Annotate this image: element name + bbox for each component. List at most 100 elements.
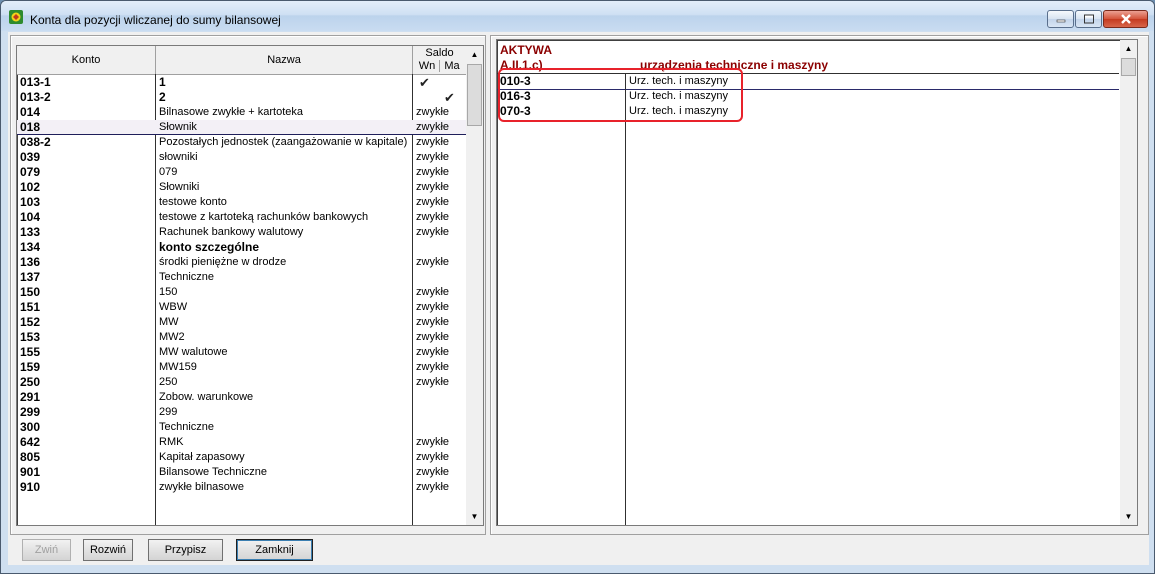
account-number: 102 — [20, 180, 41, 194]
table-row[interactable]: 150 150 zwykłe — [17, 285, 466, 300]
table-row[interactable]: 014 Bilnasowe zwykłe + kartoteka zwykłe — [17, 105, 466, 120]
account-balance-type: zwykłe — [416, 211, 450, 223]
account-number: 133 — [20, 225, 41, 239]
table-row[interactable]: 250 250 zwykłe — [17, 375, 466, 390]
table-row[interactable]: 901 Bilansowe Techniczne zwykłe — [17, 465, 466, 480]
account-name: Bilnasowe zwykłe + kartoteka — [159, 106, 303, 118]
collapse-button[interactable]: Zwiń — [22, 539, 71, 561]
account-name: RMK — [159, 436, 184, 448]
account-name: 1 — [159, 75, 166, 89]
assign-button[interactable]: Przypisz — [148, 539, 223, 561]
account-balance-type: zwykłe — [416, 481, 450, 493]
expand-button[interactable]: Rozwiń — [83, 539, 133, 561]
account-number: 152 — [20, 315, 41, 329]
table-row[interactable]: 133 Rachunek bankowy walutowy zwykłe — [17, 225, 466, 240]
accounts-vertical-scrollbar[interactable]: ▲ ▼ — [466, 46, 483, 525]
close-button[interactable] — [1103, 10, 1148, 28]
table-row[interactable]: 134 konto szczególne — [17, 240, 466, 255]
account-number: 153 — [20, 330, 41, 344]
header-ma: Ma — [444, 60, 460, 72]
account-number: 038-2 — [20, 135, 51, 149]
scroll-up-arrow-icon[interactable]: ▲ — [1120, 40, 1137, 57]
account-number: 018 — [20, 120, 41, 134]
minimize-button[interactable] — [1047, 10, 1074, 28]
table-row[interactable]: 038-2 Pozostałych jednostek (zaangażowani… — [17, 135, 466, 150]
account-name: WBW — [159, 301, 188, 313]
scroll-down-arrow-icon[interactable]: ▼ — [466, 508, 483, 525]
account-name: 150 — [159, 286, 178, 298]
minimize-icon — [1048, 11, 1073, 27]
account-number: 014 — [20, 105, 41, 119]
checkmark-icon: ✔ — [444, 90, 455, 105]
scroll-down-arrow-icon[interactable]: ▼ — [1120, 508, 1137, 525]
table-row[interactable]: 079 079 zwykłe — [17, 165, 466, 180]
account-balance-type: zwykłe — [416, 256, 450, 268]
title-bar[interactable]: Konta dla pozycji wliczanej do sumy bila… — [1, 1, 1154, 31]
maximize-button[interactable] — [1075, 10, 1102, 28]
table-row[interactable]: 104 testowe z kartoteką rachunków bankowy… — [17, 210, 466, 225]
account-number: 299 — [20, 405, 41, 419]
accounts-list[interactable]: Konto Nazwa Saldo Wn Ma 013-1 1 ✔ 013-2 2 ✔ 014… — [16, 45, 484, 526]
maximize-icon — [1076, 11, 1101, 27]
account-name: Kapitał zapasowy — [159, 451, 245, 463]
table-row[interactable]: 137 Techniczne — [17, 270, 466, 285]
table-row[interactable]: 805 Kapitał zapasowy zwykłe — [17, 450, 466, 465]
account-balance-type: zwykłe — [416, 121, 450, 133]
assigned-accounts-groupbox: AKTYWA A.II.1.c) urządzenia techniczne i… — [490, 35, 1149, 535]
checkmark-icon: ✔ — [419, 75, 430, 90]
header-saldo[interactable]: Saldo Wn Ma — [413, 46, 466, 74]
scroll-up-arrow-icon[interactable]: ▲ — [466, 46, 483, 63]
account-number: 805 — [20, 450, 41, 464]
account-balance-type: zwykłe — [416, 286, 450, 298]
table-row[interactable]: 300 Techniczne — [17, 420, 466, 435]
header-saldo-label: Saldo — [425, 47, 454, 59]
account-balance-type: zwykłe — [416, 361, 450, 373]
table-row[interactable]: 151 WBW zwykłe — [17, 300, 466, 315]
account-number: 901 — [20, 465, 41, 479]
account-name: Słowniki — [159, 181, 200, 193]
table-row[interactable]: 642 RMK zwykłe — [17, 435, 466, 450]
account-name: 299 — [159, 406, 178, 418]
account-number: 136 — [20, 255, 41, 269]
account-name: 250 — [159, 376, 178, 388]
account-number: 151 — [20, 300, 41, 314]
table-row[interactable]: 013-2 2 ✔ — [17, 90, 466, 105]
table-row[interactable]: 102 Słowniki zwykłe — [17, 180, 466, 195]
account-balance-type: zwykłe — [416, 181, 450, 193]
table-row[interactable]: 299 299 — [17, 405, 466, 420]
column-divider-right — [625, 74, 626, 525]
table-row[interactable]: 291 Zobow. warunkowe — [17, 390, 466, 405]
account-number: 150 — [20, 285, 41, 299]
account-name: testowe konto — [159, 196, 227, 208]
account-balance-type: zwykłe — [416, 316, 450, 328]
assigned-vertical-scrollbar[interactable]: ▲ ▼ — [1120, 40, 1137, 525]
table-row[interactable]: 155 MW walutowe zwykłe — [17, 345, 466, 360]
table-row[interactable]: 103 testowe konto zwykłe — [17, 195, 466, 210]
account-number: 159 — [20, 360, 41, 374]
header-konto[interactable]: Konto — [17, 46, 156, 74]
header-nazwa[interactable]: Nazwa — [156, 46, 413, 74]
close-icon — [1104, 11, 1147, 27]
table-row[interactable]: 153 MW2 zwykłe — [17, 330, 466, 345]
account-number: 104 — [20, 210, 41, 224]
close-dialog-button[interactable]: Zamknij — [236, 539, 313, 561]
table-row[interactable]: 910 zwykłe bilnasowe zwykłe — [17, 480, 466, 495]
app-logo-icon — [9, 10, 23, 24]
account-name: zwykłe bilnasowe — [159, 481, 244, 493]
account-number: 137 — [20, 270, 41, 284]
account-name: MW2 — [159, 331, 185, 343]
account-name: Techniczne — [159, 271, 215, 283]
account-name: MW159 — [159, 361, 197, 373]
table-row[interactable]: 018 Słownik zwykłe — [17, 120, 466, 135]
account-name: Słownik — [159, 121, 197, 133]
scrollbar-thumb[interactable] — [467, 64, 482, 126]
table-row[interactable]: 039 słowniki zwykłe — [17, 150, 466, 165]
scrollbar-thumb[interactable] — [1121, 58, 1136, 76]
account-number: 039 — [20, 150, 41, 164]
table-row[interactable]: 152 MW zwykłe — [17, 315, 466, 330]
account-number: 300 — [20, 420, 41, 434]
account-number: 103 — [20, 195, 41, 209]
table-row[interactable]: 159 MW159 zwykłe — [17, 360, 466, 375]
table-row[interactable]: 136 środki pieniężne w drodze zwykłe — [17, 255, 466, 270]
table-row[interactable]: 013-1 1 ✔ — [17, 75, 466, 90]
